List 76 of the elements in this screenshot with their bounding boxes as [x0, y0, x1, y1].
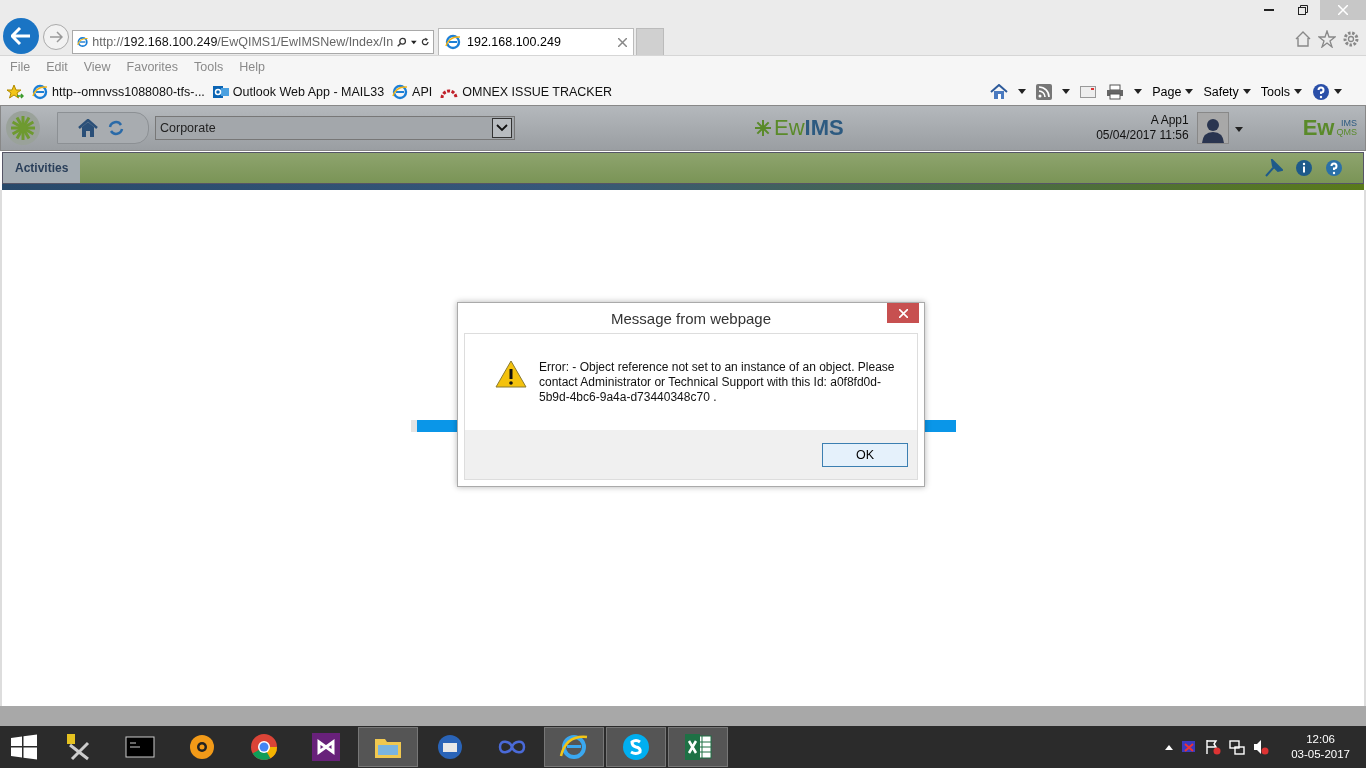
spreadsheet-icon[interactable] — [685, 734, 712, 760]
favorites-star-icon[interactable] — [6, 83, 24, 100]
dialog-title: Message from webpage — [610, 309, 772, 327]
error-message: Error: - Object reference not set to an instance of an object. Please contact Administrator or Technical Support with this Id: a0f8fd0d-5b9d-4bc6-9a4a-d73440348c70 . — [539, 360, 896, 405]
home-icon[interactable] — [990, 83, 1009, 100]
user-name: A App1 — [1149, 113, 1189, 128]
nav-tab[interactable]: Activities — [3, 153, 81, 183]
help-icon[interactable] — [1325, 159, 1343, 177]
chevron-down-icon — [496, 124, 508, 132]
arrow-right-icon — [49, 31, 63, 43]
show-hidden-icon[interactable] — [1165, 744, 1174, 750]
sun-logo-icon — [755, 120, 771, 136]
minimize-icon — [1264, 9, 1274, 11]
warning-icon — [495, 360, 527, 388]
command-menu[interactable]: Page — [1152, 84, 1194, 99]
caret-icon — [1334, 89, 1342, 94]
close-button[interactable] — [887, 303, 919, 323]
star-icon[interactable] — [1318, 30, 1336, 48]
clock-time[interactable]: 12:06 — [1291, 732, 1350, 747]
person-silhouette-icon — [1200, 117, 1225, 143]
login-datetime: 05/04/2017 11:56 — [1096, 128, 1189, 143]
search-icon[interactable] — [397, 35, 407, 49]
browser-icon — [445, 34, 461, 50]
home-icon[interactable] — [1294, 30, 1312, 48]
page-icon — [32, 83, 48, 100]
help-icon[interactable] — [1312, 82, 1330, 101]
settings-icon[interactable] — [1342, 30, 1360, 48]
start-button-icon[interactable] — [11, 734, 37, 760]
command-menu[interactable]: Safety — [1203, 84, 1251, 99]
page-icon — [77, 34, 89, 50]
url-text: http://192.168.100.249/EwQIMS1/EwIMSNew/Index/In — [92, 35, 394, 49]
favorite-link[interactable]: Outlook Web App - MAIL33 — [232, 84, 385, 99]
caret-icon — [1062, 89, 1071, 94]
product-logo: EwIMS — [774, 115, 844, 141]
caret-icon — [1018, 89, 1027, 94]
page-icon — [392, 83, 409, 100]
folder-icon[interactable] — [375, 739, 401, 758]
ok-button[interactable]: OK — [822, 442, 908, 467]
clock-date[interactable]: 03-05-2017 — [1291, 747, 1350, 762]
caret-icon — [1294, 89, 1302, 94]
network-icon[interactable] — [1229, 739, 1246, 755]
favorite-link[interactable]: API — [412, 84, 433, 99]
command-menu[interactable]: Tools — [1260, 84, 1302, 99]
sun-logo-icon — [5, 110, 41, 146]
browser-icon[interactable] — [559, 735, 588, 759]
user-avatar[interactable] — [1196, 112, 1229, 144]
print-icon[interactable] — [1106, 83, 1125, 100]
user-menu-caret-icon — [1234, 127, 1243, 132]
refresh-icon[interactable] — [420, 36, 429, 48]
pin-icon[interactable] — [1265, 159, 1283, 177]
caret-icon — [1242, 89, 1251, 94]
close-icon — [1338, 5, 1348, 15]
speaker-muted-icon[interactable] — [1253, 739, 1270, 755]
loop-icon[interactable] — [498, 740, 526, 754]
back-button[interactable] — [3, 18, 39, 54]
terminal-icon[interactable] — [125, 736, 155, 758]
location-dropdown[interactable]: Corporate — [155, 116, 515, 140]
info-icon[interactable] — [1295, 159, 1313, 177]
favorite-link[interactable]: OMNEX ISSUE TRACKER — [462, 84, 613, 99]
restore-icon — [1298, 5, 1308, 15]
close-icon — [898, 308, 908, 318]
close-tab-icon[interactable] — [618, 37, 627, 47]
arrow-left-icon — [11, 27, 31, 45]
home-icon[interactable] — [78, 119, 98, 137]
tools-icon[interactable] — [67, 734, 90, 761]
address-bar[interactable]: http://192.168.100.249/EwQIMS1/EwIMSNew/Index/In — [72, 30, 434, 54]
action-center-icon[interactable] — [1205, 739, 1222, 755]
mail-icon[interactable] — [1080, 85, 1097, 98]
browser-tab[interactable]: 192.168.100.249 — [438, 28, 634, 55]
caret-icon — [1185, 89, 1194, 94]
dropdown-caret-icon — [410, 39, 417, 45]
feed-icon[interactable] — [1036, 83, 1053, 100]
caret-icon — [1134, 89, 1143, 94]
mail-app-icon — [212, 83, 229, 100]
chat-app-icon[interactable] — [623, 734, 649, 760]
favorite-link[interactable]: http--omnvss1088080-tfs-... — [52, 84, 205, 99]
